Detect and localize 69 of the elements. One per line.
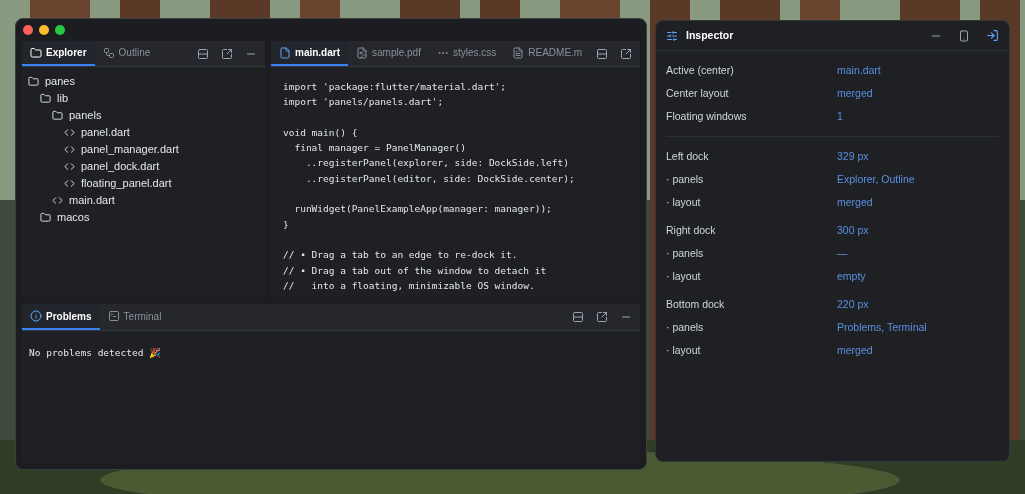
split-icon[interactable]: [596, 47, 608, 60]
tree-item[interactable]: macos: [22, 209, 265, 226]
dock-icon[interactable]: [986, 29, 999, 42]
property-value: 1: [837, 108, 843, 124]
property-label: Floating windows: [666, 108, 748, 124]
tab[interactable]: styles.css: [428, 41, 505, 66]
code-icon: [64, 178, 75, 189]
sliders-icon: [666, 29, 678, 42]
code-icon: [64, 161, 75, 172]
property-label: · layout: [666, 342, 702, 358]
tree-item[interactable]: floating_panel.dart: [22, 175, 265, 192]
tab[interactable]: README.m: [504, 41, 591, 66]
property-value: merged: [837, 85, 873, 101]
property-label: · layout: [666, 194, 702, 210]
window-title: Inspector: [686, 27, 734, 43]
split-icon[interactable]: [197, 47, 209, 60]
folder-icon: [40, 212, 51, 223]
tree-item[interactable]: lib: [22, 90, 265, 107]
code-icon: [64, 127, 75, 138]
property-value: empty: [837, 268, 866, 284]
pop-out-icon[interactable]: [221, 47, 233, 60]
pop-out-icon[interactable]: [596, 311, 608, 323]
property-label: Bottom dock: [666, 296, 726, 312]
property-value: 329 px: [837, 148, 869, 164]
folder-icon: [28, 76, 39, 87]
property-label: · panels: [666, 319, 705, 335]
tree-item[interactable]: main.dart: [22, 192, 265, 209]
folder-icon: [40, 93, 51, 104]
property-value: Problems, Terminal: [837, 319, 927, 335]
property-label: Right dock: [666, 222, 717, 238]
split-icon[interactable]: [572, 311, 584, 323]
minimize-button[interactable]: [39, 25, 49, 35]
zoom-button[interactable]: [55, 25, 65, 35]
document-icon: [356, 46, 368, 59]
phone-icon[interactable]: [958, 29, 970, 42]
pop-out-icon[interactable]: [620, 47, 632, 60]
info-icon: [30, 310, 42, 322]
property-value: merged: [837, 342, 873, 358]
tree-item[interactable]: panels: [22, 107, 265, 124]
tab[interactable]: Terminal: [99, 304, 170, 330]
property-label: Center layout: [666, 85, 730, 101]
code-icon: [52, 195, 63, 206]
folder-icon: [30, 46, 42, 59]
tree-item[interactable]: panel_dock.dart: [22, 158, 265, 175]
property-value: 220 px: [837, 296, 869, 312]
property-value: merged: [837, 194, 873, 210]
property-value: main.dart: [837, 62, 881, 78]
property-value: —: [837, 245, 848, 261]
property-label: Active (center): [666, 62, 735, 78]
tree-item[interactable]: panel_manager.dart: [22, 141, 265, 158]
tree-item[interactable]: panel.dart: [22, 124, 265, 141]
code-icon: [64, 144, 75, 155]
property-label: · panels: [666, 171, 705, 187]
code-text: import 'package:flutter/material.dart'; import 'panels/panels.dart'; void main() { final manager = PanelManager() ..registerPanel(explorer, side: DockSide.left) ..registerPanel(editor, side: DockSide.center); runWidget(PanelExampleApp(manager: manager)); } // • Drag a tab to an edge to re-dock it. // • Drag a tab out of the window to detach it // into a floating, minimizable OS window.: [282, 80, 576, 293]
property-label: Left dock: [666, 148, 710, 164]
property-value: Explorer, Outline: [837, 171, 915, 187]
property-label: · panels: [666, 245, 705, 261]
property-label: · layout: [666, 268, 702, 284]
file-icon: [279, 46, 291, 59]
tab[interactable]: Outline: [94, 41, 159, 66]
status-message: No problems detected 🎉: [29, 347, 162, 358]
tab[interactable]: sample.pdf: [348, 41, 429, 66]
property-value: 300 px: [837, 222, 869, 238]
diagram-icon: [102, 46, 115, 59]
close-button[interactable]: [23, 25, 33, 35]
terminal-icon: [107, 310, 120, 322]
tree-item[interactable]: panes: [22, 73, 265, 90]
folder-icon: [52, 110, 63, 121]
document-icon: [512, 46, 525, 59]
